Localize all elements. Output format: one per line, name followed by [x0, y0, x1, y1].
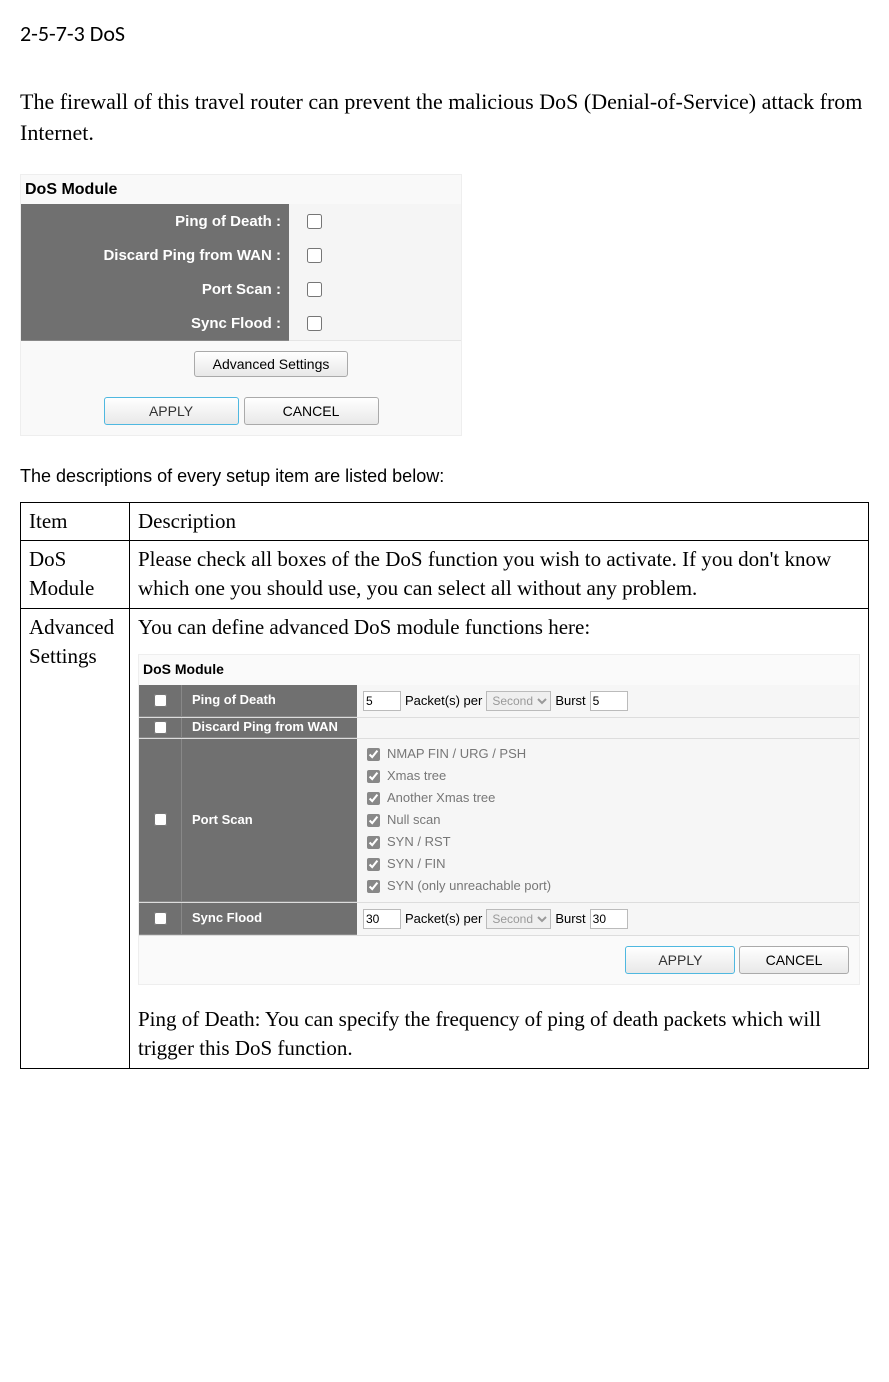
desc-advanced-settings: You can define advanced DoS module funct… — [130, 608, 869, 1068]
discard-ping-label: Discard Ping from WAN : — [21, 238, 289, 273]
adv-portscan-ctrl: NMAP FIN / URG / PSH Xmas tree Another X… — [357, 739, 859, 902]
table-row: DoS Module Please check all boxes of the… — [21, 540, 869, 608]
sync-flood-label: Sync Flood : — [21, 306, 289, 341]
scan-opt-synrst[interactable]: SYN / RST — [363, 833, 551, 852]
adv-row-portscan: Port Scan NMAP FIN / URG / PSH Xmas tree… — [139, 739, 859, 903]
scan-opt-null[interactable]: Null scan — [363, 811, 551, 830]
item-dos-module: DoS Module — [21, 540, 130, 608]
port-scan-label: Port Scan : — [21, 272, 289, 307]
burst-label: Burst — [555, 692, 585, 710]
scan-opt-synfin[interactable]: SYN / FIN — [363, 855, 551, 874]
adv-sync-ctrl: Packet(s) per Second Burst — [357, 903, 859, 935]
scan-opt-xmas[interactable]: Xmas tree — [363, 767, 551, 786]
scan-synrst-checkbox[interactable] — [367, 836, 380, 849]
scan-opt-another-xmas[interactable]: Another Xmas tree — [363, 789, 551, 808]
scan-null-label: Null scan — [387, 811, 440, 829]
main-btn-row: APPLY CANCEL — [21, 387, 461, 435]
dos-row-sync: Sync Flood : — [21, 307, 461, 341]
adv-ping-packets-input[interactable] — [363, 691, 401, 711]
adv-btn-row: APPLY CANCEL — [139, 936, 859, 984]
adv-sync-unit-select[interactable]: Second — [486, 909, 551, 929]
adv-sync-packets-input[interactable] — [363, 909, 401, 929]
scan-opt-nmap[interactable]: NMAP FIN / URG / PSH — [363, 745, 551, 764]
scan-nmap-label: NMAP FIN / URG / PSH — [387, 745, 526, 763]
adv-apply-button[interactable]: APPLY — [625, 946, 735, 974]
scan-synfin-label: SYN / FIN — [387, 855, 446, 873]
packets-per-label-2: Packet(s) per — [405, 910, 482, 928]
header-item: Item — [21, 502, 130, 540]
adv-discard-label: Discard Ping from WAN — [182, 718, 357, 738]
adv-discard-checkbox[interactable] — [154, 721, 167, 734]
adv-btn-row: Advanced Settings — [21, 341, 461, 387]
adv-portscan-cb-cell — [139, 739, 182, 902]
cancel-button[interactable]: CANCEL — [244, 397, 379, 425]
adv-ping-checkbox[interactable] — [154, 694, 167, 707]
burst-label-2: Burst — [555, 910, 585, 928]
adv-sync-label: Sync Flood — [182, 903, 357, 935]
table-header-row: Item Description — [21, 502, 869, 540]
table-row: Advanced Settings You can define advance… — [21, 608, 869, 1068]
scan-xmas-checkbox[interactable] — [367, 770, 380, 783]
scan-nmap-checkbox[interactable] — [367, 748, 380, 761]
ping-of-death-cell — [289, 204, 461, 239]
scan-synunreach-checkbox[interactable] — [367, 880, 380, 893]
dos-row-portscan: Port Scan : — [21, 273, 461, 307]
adv-ping-burst-input[interactable] — [590, 691, 628, 711]
scan-another-xmas-checkbox[interactable] — [367, 792, 380, 805]
scan-another-xmas-label: Another Xmas tree — [387, 789, 495, 807]
adv-discard-ctrl — [357, 718, 859, 738]
adv-sync-cb-cell — [139, 903, 182, 935]
apply-button[interactable]: APPLY — [104, 397, 239, 425]
dos-row-ping: Ping of Death : — [21, 205, 461, 239]
adv-ping-ctrl: Packet(s) per Second Burst — [357, 685, 859, 717]
dos-module-panel: DoS Module Ping of Death : Discard Ping … — [20, 174, 462, 436]
ping-of-death-label: Ping of Death : — [21, 204, 289, 239]
dos-module-title: DoS Module — [21, 175, 461, 205]
advanced-settings-button[interactable]: Advanced Settings — [194, 351, 349, 377]
ping-of-death-desc: Ping of Death: You can specify the frequ… — [138, 1007, 821, 1060]
adv-ping-unit-select[interactable]: Second — [486, 691, 551, 711]
port-scan-cell — [289, 272, 461, 307]
adv-discard-cb-cell — [139, 718, 182, 738]
scan-opt-synunreach[interactable]: SYN (only unreachable port) — [363, 877, 551, 896]
adv-ping-cb-cell — [139, 685, 182, 717]
adv-desc-intro: You can define advanced DoS module funct… — [138, 615, 590, 639]
adv-sync-checkbox[interactable] — [154, 912, 167, 925]
intro-text: The firewall of this travel router can p… — [20, 87, 869, 149]
adv-ping-label: Ping of Death — [182, 685, 357, 717]
sync-flood-checkbox[interactable] — [307, 316, 322, 331]
adv-dos-module-panel: DoS Module Ping of Death Packet(s) per S… — [138, 654, 860, 985]
adv-row-discard: Discard Ping from WAN — [139, 718, 859, 739]
adv-sync-burst-input[interactable] — [590, 909, 628, 929]
ping-of-death-checkbox[interactable] — [307, 214, 322, 229]
scan-xmas-label: Xmas tree — [387, 767, 446, 785]
section-heading: 2-5-7-3 DoS — [20, 20, 869, 47]
desc-dos-module: Please check all boxes of the DoS functi… — [130, 540, 869, 608]
scan-synrst-label: SYN / RST — [387, 833, 451, 851]
adv-dos-module-title: DoS Module — [139, 655, 859, 685]
adv-portscan-checkbox[interactable] — [154, 813, 167, 826]
discard-ping-checkbox[interactable] — [307, 248, 322, 263]
adv-row-ping: Ping of Death Packet(s) per Second Burst — [139, 685, 859, 718]
item-advanced-settings: Advanced Settings — [21, 608, 130, 1068]
desc-intro: The descriptions of every setup item are… — [20, 466, 869, 487]
dos-row-discard: Discard Ping from WAN : — [21, 239, 461, 273]
scan-synunreach-label: SYN (only unreachable port) — [387, 877, 551, 895]
discard-ping-cell — [289, 238, 461, 273]
scan-synfin-checkbox[interactable] — [367, 858, 380, 871]
adv-portscan-label: Port Scan — [182, 739, 357, 902]
sync-flood-cell — [289, 306, 461, 341]
portscan-options: NMAP FIN / URG / PSH Xmas tree Another X… — [363, 745, 551, 896]
scan-null-checkbox[interactable] — [367, 814, 380, 827]
adv-cancel-button[interactable]: CANCEL — [739, 946, 849, 974]
port-scan-checkbox[interactable] — [307, 282, 322, 297]
description-table: Item Description DoS Module Please check… — [20, 502, 869, 1069]
header-description: Description — [130, 502, 869, 540]
packets-per-label: Packet(s) per — [405, 692, 482, 710]
adv-row-sync: Sync Flood Packet(s) per Second Burst — [139, 903, 859, 936]
